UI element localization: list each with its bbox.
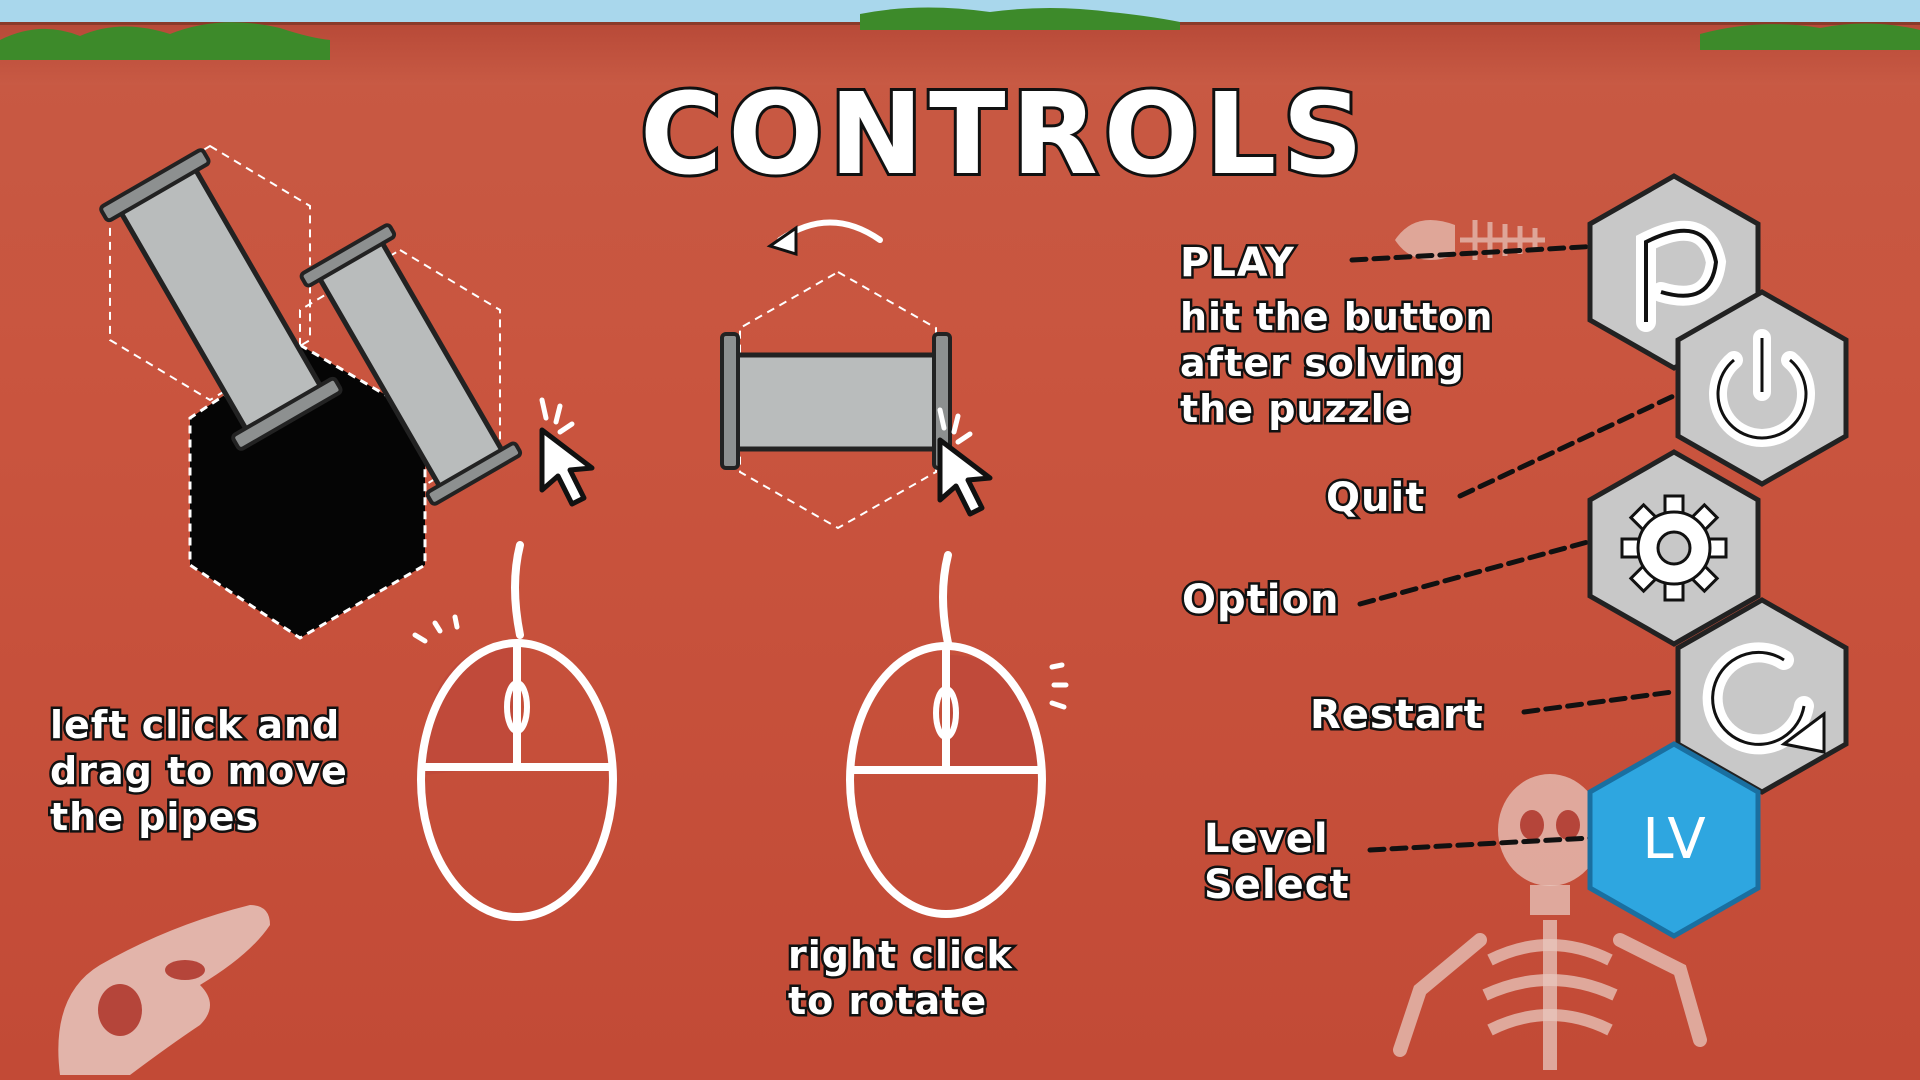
level-select-icon-text: LV [1642, 807, 1705, 872]
gear-icon [1620, 494, 1728, 602]
level-select-button[interactable]: LV [1586, 740, 1762, 940]
